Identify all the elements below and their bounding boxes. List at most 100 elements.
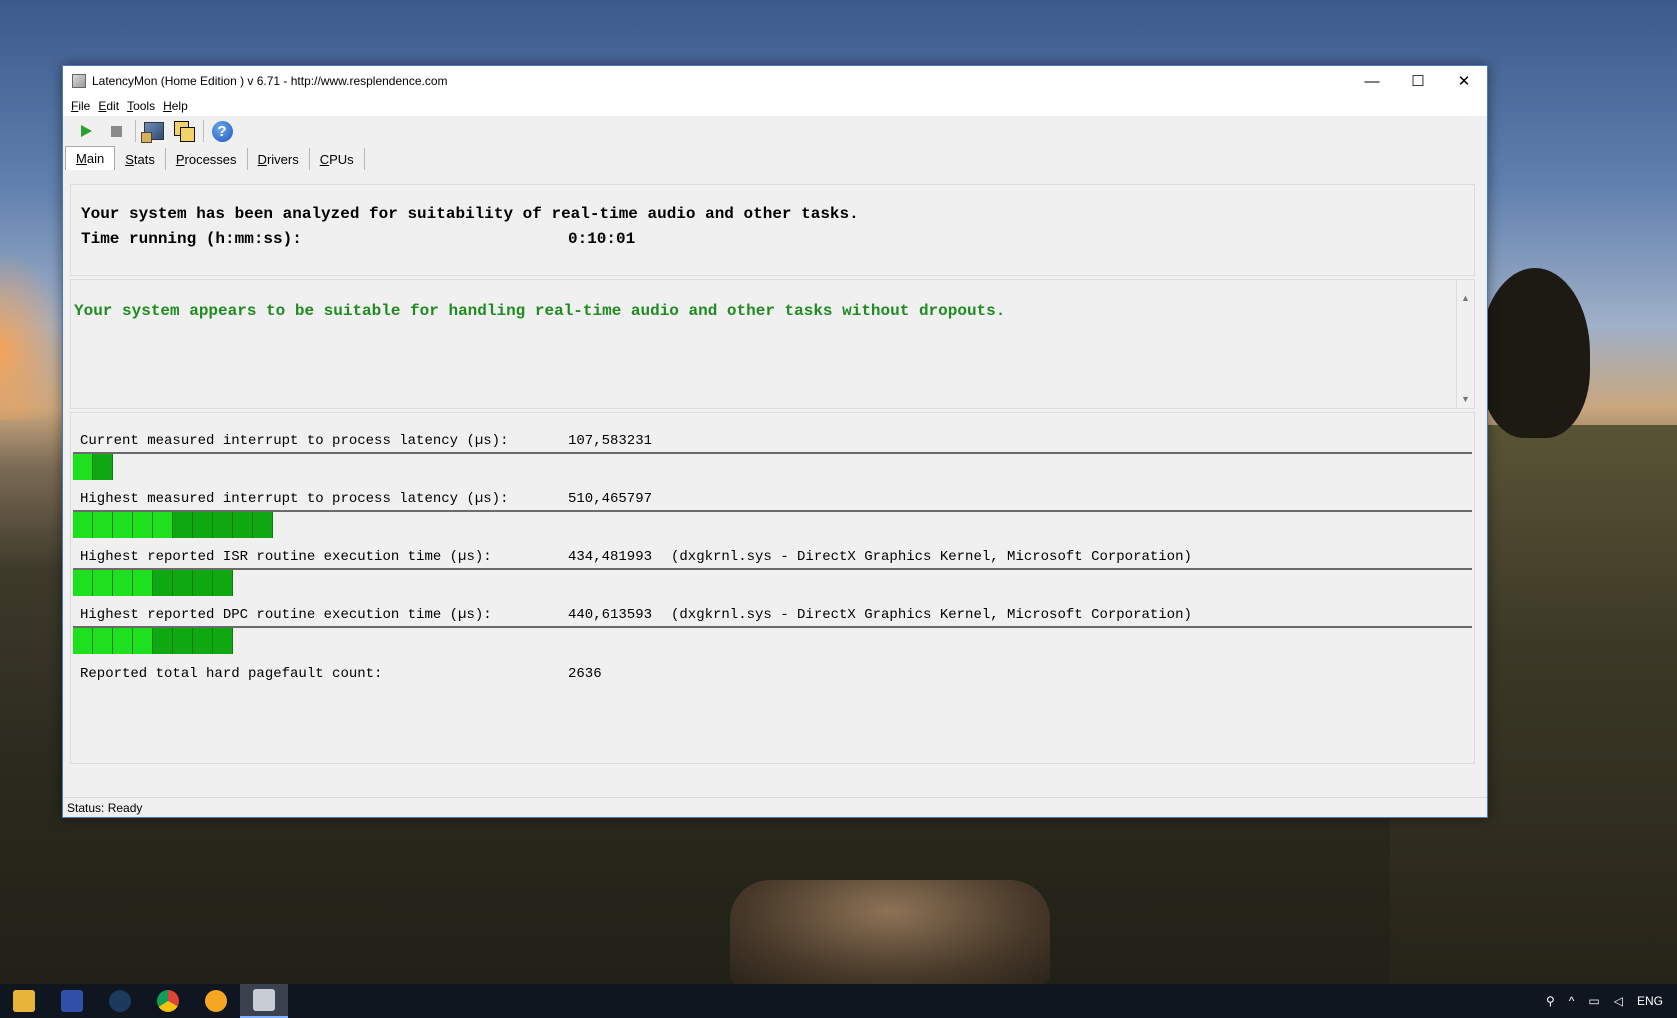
bar-segment <box>193 570 213 596</box>
stop-icon <box>110 125 122 137</box>
current-latency-bar-fill <box>73 454 113 480</box>
bar-segment <box>73 454 93 480</box>
app-icon <box>205 990 227 1012</box>
bar-segment <box>93 512 113 538</box>
bar-segment <box>113 628 133 654</box>
windows-button[interactable] <box>171 118 197 144</box>
bar-segment <box>173 570 193 596</box>
menu-tools[interactable]: Tools <box>127 99 155 113</box>
bar-segment <box>153 628 173 654</box>
tray-chevron-icon[interactable]: ^ <box>1569 994 1575 1008</box>
highest-latency-value: 510,465797 <box>568 491 653 507</box>
bar-segment <box>113 512 133 538</box>
bar-segment <box>93 628 113 654</box>
latencymon-icon <box>253 989 275 1011</box>
menu-edit[interactable]: Edit <box>98 99 119 113</box>
taskbar: ⚲ ^ ▭ ◁ ENG <box>0 984 1677 1018</box>
pagefault-value: 2636 <box>568 666 602 682</box>
bar-segment <box>133 570 153 596</box>
taskbar-file-explorer[interactable] <box>0 984 48 1018</box>
tab-main[interactable]: Main <box>65 146 116 170</box>
isr-time-label: Highest reported ISR routine execution t… <box>80 549 492 565</box>
bar-segment <box>113 570 133 596</box>
bar-segment <box>213 628 233 654</box>
conclusion-panel[interactable]: Your system appears to be suitable for h… <box>70 279 1475 409</box>
close-button[interactable]: ✕ <box>1441 66 1487 96</box>
chrome-icon <box>157 990 179 1012</box>
tab-strip: Main Stats Processes Drivers CPUs <box>63 146 1487 170</box>
toolbar-separator <box>135 120 136 142</box>
taskbar-app[interactable] <box>192 984 240 1018</box>
isr-time-bar-fill <box>73 570 233 596</box>
highest-latency-bar <box>73 510 1472 538</box>
bar-segment <box>93 454 113 480</box>
summary-line: Your system has been analyzed for suitab… <box>81 205 859 223</box>
bar-segment <box>73 628 93 654</box>
bar-segment <box>153 570 173 596</box>
current-latency-value: 107,583231 <box>568 433 653 449</box>
title-bar[interactable]: LatencyMon (Home Edition ) v 6.71 - http… <box>63 66 1487 96</box>
time-running-value: 0:10:01 <box>568 230 636 248</box>
bar-segment <box>173 512 193 538</box>
conclusion-text: Your system appears to be suitable for h… <box>74 302 1006 320</box>
tab-processes[interactable]: Processes <box>166 148 248 170</box>
dpc-time-bar-fill <box>73 628 233 654</box>
highest-latency-bar-fill <box>73 512 273 538</box>
bar-segment <box>73 570 93 596</box>
stats-panel: Current measured interrupt to process la… <box>70 412 1475 764</box>
people-icon[interactable]: ⚲ <box>1546 994 1555 1008</box>
network-icon[interactable]: ▭ <box>1588 994 1599 1008</box>
help-button[interactable]: ? <box>209 118 235 144</box>
bar-segment <box>133 512 153 538</box>
language-indicator[interactable]: ENG <box>1637 994 1663 1008</box>
window-controls: — ☐ ✕ <box>1349 66 1487 96</box>
dpc-time-value: 440,613593 <box>568 607 653 623</box>
status-bar: Status: Ready <box>63 797 1487 817</box>
latencymon-window: LatencyMon (Home Edition ) v 6.71 - http… <box>62 65 1488 818</box>
scroll-up-icon[interactable]: ▲ <box>1457 290 1474 305</box>
bar-segment <box>93 570 113 596</box>
start-button[interactable] <box>73 118 99 144</box>
isr-time-bar <box>73 568 1472 596</box>
menu-help[interactable]: Help <box>163 99 188 113</box>
bar-segment <box>73 512 93 538</box>
dpc-driver: (dxgkrnl.sys - DirectX Graphics Kernel, … <box>671 607 1192 623</box>
windows-icon <box>174 121 195 142</box>
save-icon <box>61 990 83 1012</box>
taskbar-steam[interactable] <box>96 984 144 1018</box>
current-latency-bar <box>73 452 1472 480</box>
status-text: Status: Ready <box>67 800 143 815</box>
maximize-button[interactable]: ☐ <box>1395 66 1441 96</box>
tab-drivers[interactable]: Drivers <box>248 148 310 170</box>
wallpaper-rock <box>730 880 1050 985</box>
monitor-settings-button[interactable] <box>141 118 167 144</box>
toolbar-separator <box>203 120 204 142</box>
scroll-down-icon[interactable]: ▼ <box>1457 391 1474 406</box>
bar-segment <box>133 628 153 654</box>
taskbar-latencymon[interactable] <box>240 984 288 1018</box>
dpc-time-bar <box>73 626 1472 654</box>
isr-time-value: 434,481993 <box>568 549 653 565</box>
minimize-button[interactable]: — <box>1349 66 1395 96</box>
bar-segment <box>253 512 273 538</box>
volume-icon[interactable]: ◁ <box>1614 994 1623 1008</box>
conclusion-scrollbar[interactable]: ▲ ▼ <box>1456 280 1474 408</box>
pagefault-label: Reported total hard pagefault count: <box>80 666 383 682</box>
taskbar-save-app[interactable] <box>48 984 96 1018</box>
menu-bar: File Edit Tools Help <box>63 96 1487 116</box>
wallpaper-tree <box>1480 268 1590 438</box>
bar-segment <box>213 512 233 538</box>
stop-button[interactable] <box>103 118 129 144</box>
toolbar: ? <box>63 116 1487 146</box>
wallpaper-sunset-glow <box>0 250 70 420</box>
summary-panel: Your system has been analyzed for suitab… <box>70 184 1475 276</box>
taskbar-chrome[interactable] <box>144 984 192 1018</box>
monitor-settings-icon <box>141 122 164 143</box>
time-running-label: Time running (h:mm:ss): <box>81 230 302 248</box>
tab-cpus[interactable]: CPUs <box>310 148 365 170</box>
steam-icon <box>109 990 131 1012</box>
menu-file[interactable]: File <box>71 99 90 113</box>
tab-stats[interactable]: Stats <box>115 148 166 170</box>
isr-driver: (dxgkrnl.sys - DirectX Graphics Kernel, … <box>671 549 1192 565</box>
dpc-time-label: Highest reported DPC routine execution t… <box>80 607 492 623</box>
